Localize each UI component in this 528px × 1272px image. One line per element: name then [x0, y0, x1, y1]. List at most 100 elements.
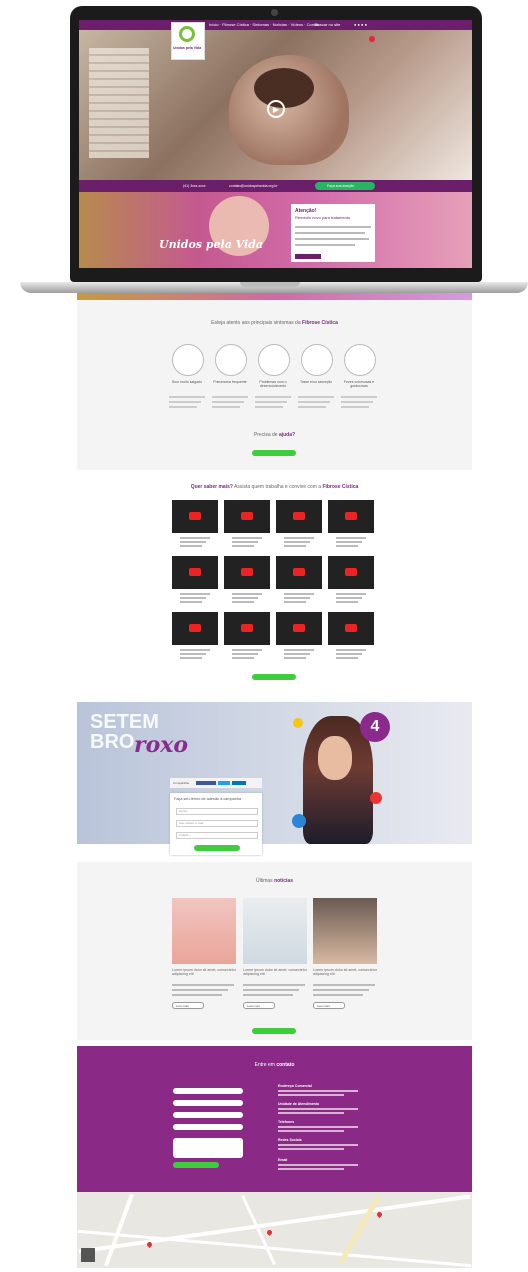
- more-videos-button[interactable]: [252, 674, 296, 680]
- news-title: Últimas notícias: [256, 878, 293, 884]
- attention-text-line: [295, 244, 355, 246]
- attention-text-line: [295, 232, 365, 234]
- contact-email-input[interactable]: [173, 1100, 243, 1106]
- contact-info-title: Redes Sociais: [278, 1138, 302, 1142]
- help-title: Precisa de ajuda?: [253, 432, 296, 438]
- video-caption-line: [232, 657, 254, 659]
- contact-title: Entre em contato: [254, 1062, 295, 1068]
- contact-info-line: [278, 1090, 358, 1092]
- video-caption-line: [284, 537, 314, 539]
- contact-info-line: [278, 1144, 358, 1146]
- video-caption-line: [232, 593, 262, 595]
- facebook-share-button[interactable]: [196, 781, 216, 785]
- all-news-button[interactable]: [252, 1028, 296, 1034]
- news-read-more-label: Leia mais: [176, 1003, 189, 1008]
- campaign-badge: 4: [360, 712, 390, 742]
- attention-button[interactable]: [295, 254, 321, 259]
- news-headline[interactable]: Lorem ipsum dolor sit amet, consectetur …: [243, 968, 307, 976]
- video-caption-line: [232, 649, 262, 651]
- campaign-city-input[interactable]: Cidade: [176, 832, 258, 839]
- map-satellite-toggle[interactable]: [81, 1248, 95, 1262]
- contact-submit-button[interactable]: [173, 1162, 219, 1168]
- video-caption-line: [180, 541, 206, 543]
- news-read-more-label: Leia mais: [247, 1003, 260, 1008]
- video-caption-line: [284, 541, 310, 543]
- news-text-line: [313, 994, 363, 996]
- play-video-button[interactable]: ▶: [267, 100, 285, 118]
- campaign-form-title: Faça seu termo de adesão à campanha: [174, 797, 242, 801]
- video-caption-line: [284, 545, 306, 547]
- play-icon: [241, 624, 253, 632]
- symptom-text-line: [255, 401, 287, 403]
- video-caption-line: [180, 593, 210, 595]
- hero-hair: [254, 68, 314, 108]
- video-caption-line: [336, 593, 366, 595]
- banner-strip: [77, 293, 472, 300]
- video-caption-line: [180, 545, 202, 547]
- map-pin-icon[interactable]: [265, 1228, 274, 1237]
- contact-phone-input[interactable]: [173, 1112, 243, 1118]
- symptom-text-line: [341, 396, 377, 398]
- location-map[interactable]: [77, 1192, 472, 1268]
- video-caption-line: [232, 545, 254, 547]
- contact-info-title: Endereço Comercial: [278, 1084, 312, 1088]
- like-bubble-icon: [292, 814, 306, 828]
- play-icon: [241, 568, 253, 576]
- heart-icon: [370, 792, 382, 804]
- contact-info-line: [278, 1094, 344, 1096]
- symptom-label: Fezes volumosas e gordurosas: [343, 380, 375, 388]
- video-caption-line: [336, 537, 366, 539]
- campaign-submit-button[interactable]: [194, 845, 240, 851]
- video-caption-line: [232, 541, 258, 543]
- contact-info-line: [278, 1148, 344, 1150]
- news-text-line: [243, 989, 299, 991]
- contact-info-line: [278, 1164, 358, 1166]
- social-icons[interactable]: ● ● ● ●: [354, 22, 367, 27]
- news-headline[interactable]: Lorem ipsum dolor sit amet, consectetur …: [313, 968, 377, 976]
- news-image[interactable]: [313, 898, 377, 964]
- video-caption-line: [232, 653, 258, 655]
- donate-button[interactable]: Faça sua doação: [315, 182, 375, 190]
- video-caption-line: [180, 537, 210, 539]
- linkedin-share-button[interactable]: [232, 781, 246, 785]
- play-icon: [293, 512, 305, 520]
- top-nav-links[interactable]: Início · Fibrose Cística · Sintomas · No…: [209, 22, 319, 27]
- campaign-email-input[interactable]: Seu melhor e-mail: [176, 820, 258, 827]
- contact-email[interactable]: contato@unidospelavida.org.br: [229, 184, 278, 188]
- logo-text: Unidos pela Vida: [173, 46, 202, 50]
- symptom-text-line: [212, 406, 240, 408]
- video-caption-line: [336, 653, 362, 655]
- news-headline[interactable]: Lorem ipsum dolor sit amet, consectetur …: [172, 968, 236, 976]
- news-image[interactable]: [243, 898, 307, 964]
- laptop-screen: Início · Fibrose Cística · Sintomas · No…: [79, 20, 472, 268]
- twitter-share-button[interactable]: [218, 781, 230, 785]
- news-text-line: [243, 994, 293, 996]
- contact-info-line: [278, 1108, 358, 1110]
- symptoms-more-button[interactable]: [252, 450, 296, 456]
- laptop-notch: [240, 282, 300, 287]
- symptom-text-line: [298, 401, 330, 403]
- site-search-link[interactable]: Buscar no site: [315, 22, 340, 27]
- contact-phone: (41) 3xxx-xxxx: [183, 184, 206, 188]
- contact-message-textarea[interactable]: [173, 1138, 243, 1158]
- video-caption-line: [336, 597, 362, 599]
- symptom-label: Suor muito salgado: [171, 380, 203, 384]
- news-image[interactable]: [172, 898, 236, 964]
- symptom-icon: [258, 344, 290, 376]
- map-pin-icon: [375, 1210, 384, 1219]
- top-nav-bar: Início · Fibrose Cística · Sintomas · No…: [79, 20, 472, 30]
- news-text-line: [243, 984, 305, 986]
- contact-subject-input[interactable]: [173, 1124, 243, 1130]
- contact-name-input[interactable]: [173, 1088, 243, 1094]
- news-read-more-button[interactable]: Leia mais: [313, 1002, 345, 1009]
- symptom-text-line: [255, 406, 283, 408]
- news-text-line: [172, 984, 234, 986]
- symptom-label: Pneumonia frequente: [213, 380, 247, 384]
- news-read-more-button[interactable]: Leia mais: [172, 1002, 204, 1009]
- video-caption-line: [336, 601, 358, 603]
- campaign-name-input[interactable]: Nome: [176, 808, 258, 815]
- play-icon: [345, 624, 357, 632]
- news-read-more-button[interactable]: Leia mais: [243, 1002, 275, 1009]
- symptom-icon: [215, 344, 247, 376]
- symptom-text-line: [212, 396, 248, 398]
